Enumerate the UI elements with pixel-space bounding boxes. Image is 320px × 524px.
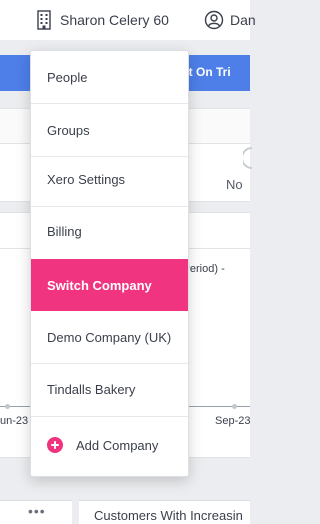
user-name: Dan	[230, 12, 256, 28]
plus-circle-icon	[47, 437, 63, 453]
menu-item-label: People	[47, 69, 88, 85]
menu-item-label: Tindalls Bakery	[47, 381, 136, 397]
menu-item-label: Groups	[47, 122, 90, 138]
menu-item-label: Demo Company (UK)	[47, 329, 172, 345]
menu-item-switch-company[interactable]: Switch Company	[31, 259, 188, 311]
menu-item-label: Billing	[47, 223, 82, 239]
menu-divider	[31, 416, 188, 417]
add-company-button[interactable]: Add Company	[31, 419, 188, 471]
more-options-button[interactable]: •••	[28, 503, 46, 519]
menu-item-groups[interactable]: Groups	[31, 104, 188, 156]
menu-item-billing[interactable]: Billing	[31, 205, 188, 257]
top-bar: Sharon Celery 60 Dan	[0, 0, 256, 40]
menu-item-label: Xero Settings	[47, 171, 126, 187]
menu-item-people[interactable]: People	[31, 51, 188, 103]
add-company-label: Add Company	[76, 437, 159, 453]
user-circle-icon	[204, 10, 224, 30]
x-tick-dot	[232, 404, 237, 409]
menu-item-xero-settings[interactable]: Xero Settings	[31, 153, 188, 205]
menu-item-tindalls-bakery[interactable]: Tindalls Bakery	[31, 363, 188, 415]
x-tick-label: Sep-23	[215, 415, 251, 427]
progress-arc-icon	[243, 147, 253, 169]
user-menu[interactable]: Dan	[204, 8, 256, 32]
stat-text: No	[226, 177, 243, 192]
x-tick-dot	[5, 404, 10, 409]
menu-item-label: Switch Company	[47, 277, 152, 293]
building-icon	[37, 10, 51, 30]
company-name: Sharon Celery 60	[60, 12, 169, 28]
menu-item-demo-company-uk[interactable]: Demo Company (UK)	[31, 311, 188, 363]
x-tick-label: un-23	[0, 415, 29, 427]
customers-card: Customers With Increasin	[79, 500, 250, 524]
customers-card-title: Customers With Increasin	[94, 508, 243, 523]
settings-dropdown-menu: People Groups Xero Settings Billing Swit…	[30, 50, 189, 477]
company-switcher[interactable]: Sharon Celery 60	[36, 8, 169, 32]
